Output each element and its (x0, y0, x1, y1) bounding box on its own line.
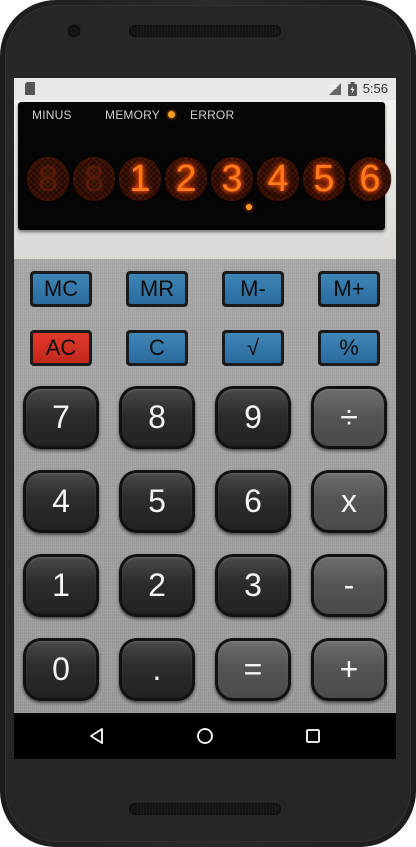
digit-7-label: 7 (26, 389, 96, 446)
calculator-display: MINUS MEMORY ERROR 8 8 1 2 3 4 5 6 (14, 100, 396, 259)
sd-card-icon (25, 82, 35, 95)
minus-indicator: MINUS (32, 108, 72, 122)
digit-5-label: 5 (122, 473, 192, 530)
nixie-tube: 1 (119, 157, 161, 201)
mr-label: MR (129, 274, 185, 304)
equals-label: = (218, 641, 288, 698)
subtract-button[interactable]: - (311, 554, 387, 617)
bottom-speaker (129, 803, 281, 815)
back-button[interactable] (86, 725, 108, 747)
digit-9-label: 9 (218, 389, 288, 446)
m-plus-button[interactable]: M+ (318, 271, 380, 307)
clear-label: C (129, 333, 185, 363)
digit-4-label: 4 (26, 473, 96, 530)
decimal-button[interactable]: . (119, 638, 195, 701)
error-indicator: ERROR (190, 108, 235, 122)
all-clear-button[interactable]: AC (30, 330, 92, 366)
m-minus-button[interactable]: M- (222, 271, 284, 307)
decimal-label: . (122, 641, 192, 698)
nixie-tube: 3 (211, 157, 253, 201)
nixie-tubes: 8 8 1 2 3 4 5 6 (27, 157, 391, 203)
back-icon (90, 728, 103, 744)
nixie-tube: 8 (27, 157, 69, 201)
mr-button[interactable]: MR (126, 271, 188, 307)
status-bar: LTE 5:56 (14, 78, 396, 100)
m-plus-label: M+ (321, 274, 377, 304)
nixie-digit: 5 (313, 158, 335, 200)
digit-9-button[interactable]: 9 (215, 386, 291, 449)
equals-button[interactable]: = (215, 638, 291, 701)
nixie-digit: 2 (175, 158, 197, 200)
lte-signal-icon: LTE (328, 82, 341, 95)
multiply-button[interactable]: x (311, 470, 387, 533)
phone-frame: LTE 5:56 MINUS MEMORY ERROR 8 8 1 2 3 4 … (0, 0, 416, 847)
square-root-button[interactable]: √ (222, 330, 284, 366)
nixie-tube: 5 (303, 157, 345, 201)
nixie-digit: 6 (359, 158, 381, 200)
multiply-label: x (314, 473, 384, 530)
digit-6-button[interactable]: 6 (215, 470, 291, 533)
decimal-point-light (246, 204, 252, 210)
mc-button[interactable]: MC (30, 271, 92, 307)
clear-button[interactable]: C (126, 330, 188, 366)
add-button[interactable]: + (311, 638, 387, 701)
percent-button[interactable]: % (318, 330, 380, 366)
m-minus-label: M- (225, 274, 281, 304)
recents-icon (306, 729, 320, 743)
digit-7-button[interactable]: 7 (23, 386, 99, 449)
front-camera (68, 25, 80, 37)
divide-button[interactable]: ÷ (311, 386, 387, 449)
digit-2-label: 2 (122, 557, 192, 614)
recents-button[interactable] (302, 725, 324, 747)
battery-icon (347, 81, 357, 96)
nixie-tube: 6 (349, 157, 391, 201)
home-button[interactable] (194, 725, 216, 747)
navigation-bar (14, 713, 396, 759)
nixie-tube: 4 (257, 157, 299, 201)
divide-label: ÷ (314, 389, 384, 446)
nixie-digit: 1 (129, 158, 151, 200)
memory-indicator-light (168, 111, 175, 118)
digit-6-label: 6 (218, 473, 288, 530)
nixie-digit: 4 (267, 158, 289, 200)
digit-0-button[interactable]: 0 (23, 638, 99, 701)
nixie-digit: 3 (221, 158, 243, 200)
nixie-digit: 8 (37, 158, 59, 199)
digit-5-button[interactable]: 5 (119, 470, 195, 533)
digit-1-button[interactable]: 1 (23, 554, 99, 617)
home-icon (197, 728, 213, 744)
add-label: + (314, 641, 384, 698)
nixie-digit: 8 (83, 158, 105, 199)
digit-4-button[interactable]: 4 (23, 470, 99, 533)
nixie-display-panel: MINUS MEMORY ERROR 8 8 1 2 3 4 5 6 (18, 102, 391, 230)
keypad: MC MR M- M+ AC C √ % 7 8 9 ÷ 4 5 6 x 1 2… (14, 259, 396, 713)
memory-indicator: MEMORY (105, 108, 160, 122)
subtract-label: - (314, 557, 384, 614)
status-icons: LTE 5:56 (328, 81, 388, 96)
digit-3-label: 3 (218, 557, 288, 614)
all-clear-label: AC (33, 333, 89, 363)
digit-8-button[interactable]: 8 (119, 386, 195, 449)
status-time: 5:56 (362, 81, 388, 96)
digit-1-label: 1 (26, 557, 96, 614)
network-type: LTE (329, 85, 337, 91)
earpiece-speaker (129, 25, 281, 37)
mc-label: MC (33, 274, 89, 304)
indicator-row: MINUS MEMORY ERROR (32, 108, 352, 124)
digit-8-label: 8 (122, 389, 192, 446)
digit-0-label: 0 (26, 641, 96, 698)
square-root-label: √ (225, 333, 281, 363)
nixie-tube: 2 (165, 157, 207, 201)
digit-2-button[interactable]: 2 (119, 554, 195, 617)
nixie-tube: 8 (73, 157, 115, 201)
percent-label: % (321, 333, 377, 363)
screen: LTE 5:56 MINUS MEMORY ERROR 8 8 1 2 3 4 … (14, 78, 396, 759)
digit-3-button[interactable]: 3 (215, 554, 291, 617)
